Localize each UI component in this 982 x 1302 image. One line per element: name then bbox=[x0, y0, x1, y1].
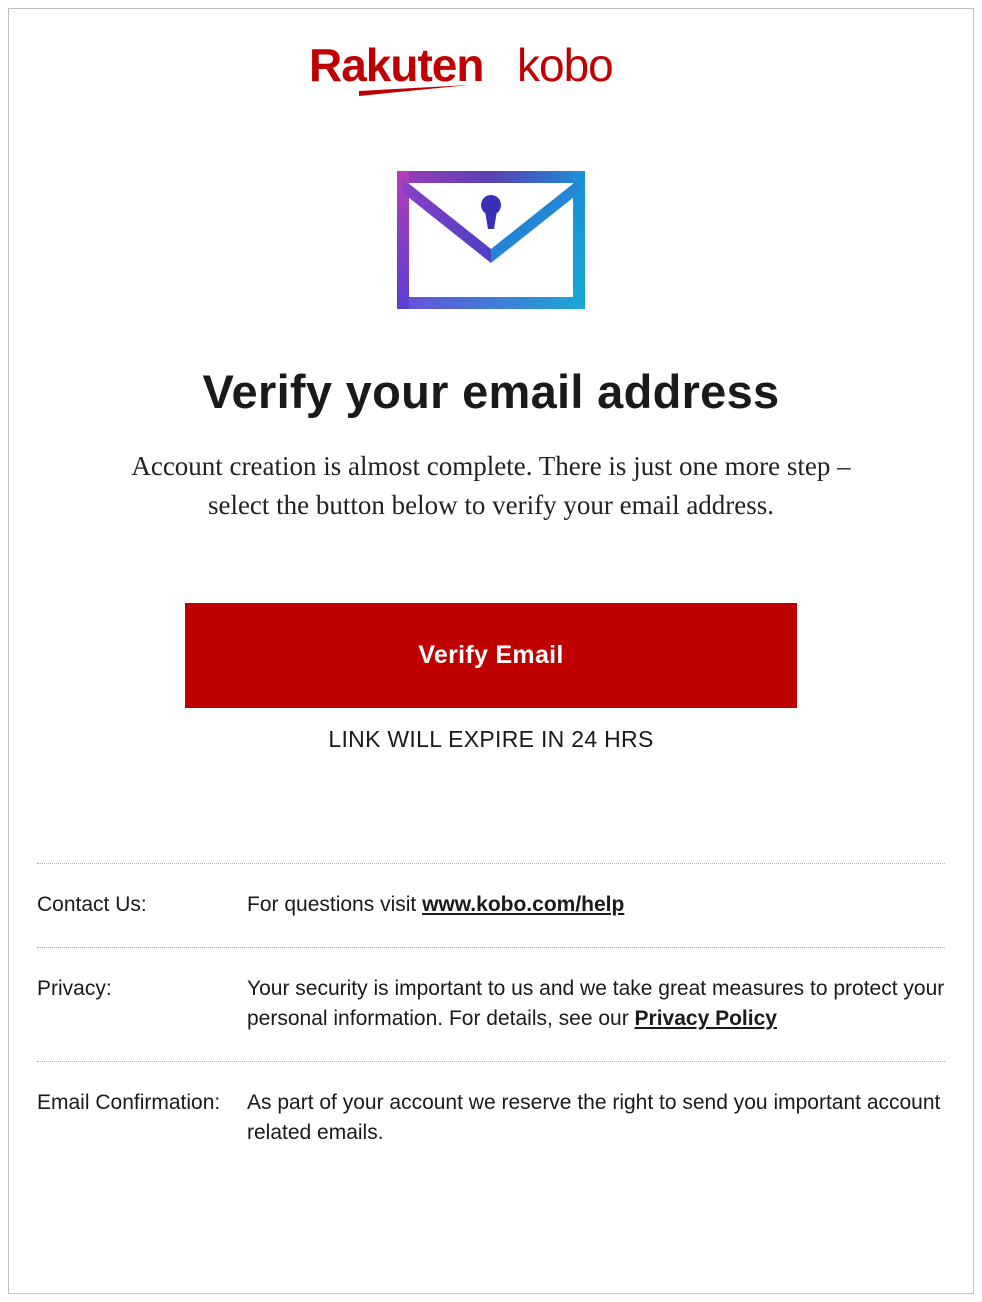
email-confirmation-row: Email Confirmation: As part of your acco… bbox=[37, 1061, 945, 1149]
link-expiry-text: LINK WILL EXPIRE IN 24 HRS bbox=[37, 726, 945, 753]
page-subtitle: Account creation is almost complete. The… bbox=[101, 447, 881, 525]
svg-text:Rakuten: Rakuten bbox=[309, 41, 483, 91]
contact-body: For questions visit www.kobo.com/help bbox=[247, 890, 945, 920]
email-container: Rakuten kobo bbox=[8, 8, 974, 1294]
verify-email-button[interactable]: Verify Email bbox=[185, 603, 797, 708]
brand-logo: Rakuten kobo bbox=[37, 41, 945, 101]
email-confirmation-text: As part of your account we reserve the r… bbox=[247, 1088, 945, 1149]
contact-text: For questions visit bbox=[247, 893, 422, 916]
contact-label: Contact Us: bbox=[37, 890, 247, 920]
email-confirmation-label: Email Confirmation: bbox=[37, 1088, 247, 1149]
privacy-label: Privacy: bbox=[37, 974, 247, 1035]
page-title: Verify your email address bbox=[37, 364, 945, 419]
privacy-text: Your security is important to us and we … bbox=[247, 977, 944, 1030]
rakuten-kobo-logo-icon: Rakuten kobo bbox=[309, 41, 673, 96]
privacy-policy-link[interactable]: Privacy Policy bbox=[635, 1007, 777, 1030]
contact-row: Contact Us: For questions visit www.kobo… bbox=[37, 863, 945, 946]
envelope-lock-icon bbox=[37, 171, 945, 314]
privacy-row: Privacy: Your security is important to u… bbox=[37, 947, 945, 1061]
help-link[interactable]: www.kobo.com/help bbox=[422, 893, 624, 916]
privacy-body: Your security is important to us and we … bbox=[247, 974, 945, 1035]
svg-text:kobo: kobo bbox=[517, 41, 613, 91]
